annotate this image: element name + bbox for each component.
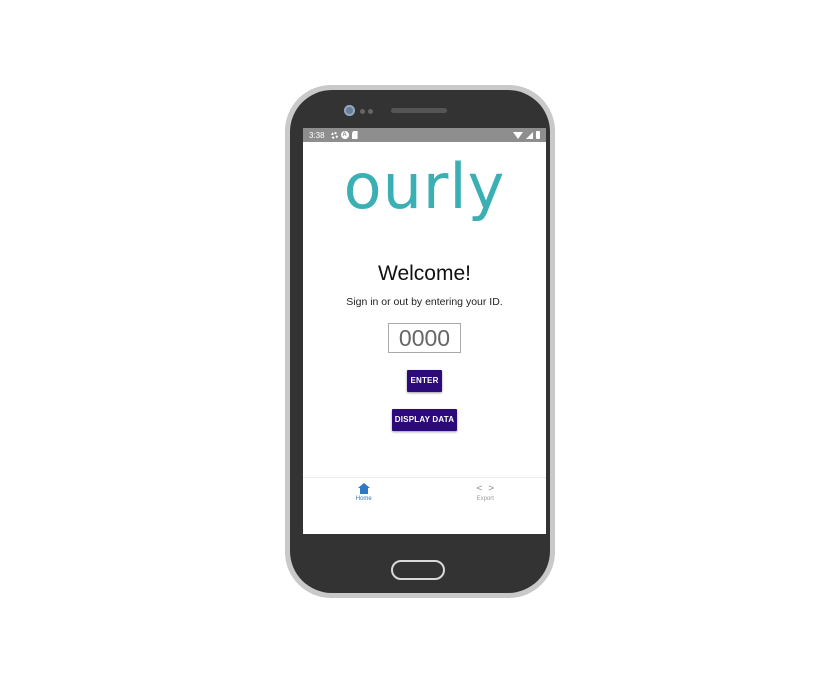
display-data-button[interactable]: DISPLAY DATA: [392, 409, 457, 431]
home-icon: [357, 482, 370, 494]
stage: 3:38 A ourly Welcome! Sign in or out by …: [0, 0, 823, 686]
status-time: 3:38: [309, 130, 325, 140]
code-icon: < >: [476, 482, 495, 494]
status-bar: 3:38 A: [303, 128, 546, 142]
wifi-icon: [513, 131, 523, 139]
speaker-grille: [391, 108, 447, 113]
phone-frame: 3:38 A ourly Welcome! Sign in or out by …: [285, 85, 555, 598]
ourly-logo: ourly: [343, 150, 506, 223]
phone-bezel: 3:38 A ourly Welcome! Sign in or out by …: [290, 90, 550, 593]
battery-icon: [536, 131, 540, 139]
status-icons-left: A: [330, 131, 358, 139]
instruction-text: Sign in or out by entering your ID.: [346, 296, 503, 308]
hardware-home-button[interactable]: [391, 560, 445, 580]
sensor-dot: [360, 109, 365, 114]
tab-export[interactable]: < > Export: [425, 478, 547, 506]
enter-button[interactable]: ENTER: [407, 370, 442, 392]
welcome-heading: Welcome!: [378, 262, 471, 285]
status-icons-right: [513, 131, 540, 139]
cell-signal-icon: [526, 131, 533, 139]
id-input[interactable]: [388, 323, 461, 353]
tab-home[interactable]: Home: [303, 478, 425, 506]
bottom-tab-bar: Home < > Export: [303, 477, 546, 506]
home-screen: ourly Welcome! Sign in or out by enterin…: [303, 142, 546, 506]
sensor-dot: [368, 109, 373, 114]
settings-gear-icon: [330, 131, 338, 139]
sd-card-icon: [351, 131, 358, 139]
a-badge-icon: A: [340, 131, 349, 139]
tab-export-label: Export: [476, 495, 494, 502]
phone-screen: 3:38 A ourly Welcome! Sign in or out by …: [303, 128, 546, 534]
camera-icon: [344, 105, 355, 116]
tab-home-label: Home: [355, 495, 372, 502]
